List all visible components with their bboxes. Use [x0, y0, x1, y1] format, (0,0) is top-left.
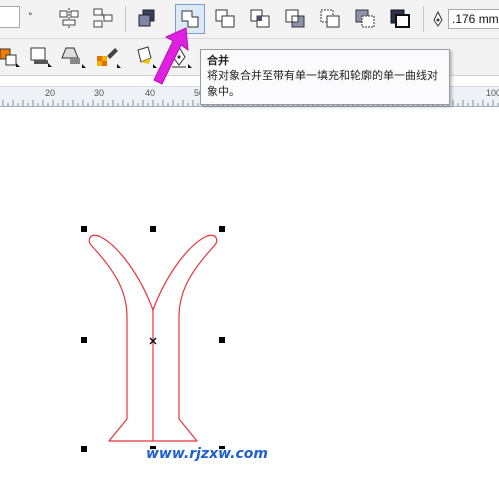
front-minus-back-icon[interactable] [318, 7, 342, 31]
intersect-icon[interactable] [248, 7, 272, 31]
selection-handle-top-right[interactable] [219, 226, 225, 232]
y-shape[interactable] [0, 106, 499, 492]
selection-handle-right[interactable] [219, 337, 225, 343]
pen-icon [433, 10, 443, 27]
ruler-label-20: 20 [45, 88, 56, 98]
property-bar: ° .176 mm [0, 0, 499, 39]
pointer-arrow-icon [153, 27, 189, 85]
ruler-label-30: 30 [94, 88, 105, 98]
create-boundary-icon[interactable] [388, 7, 412, 31]
ruler-label-100: 100 [486, 88, 499, 98]
tooltip-description: 将对象合并至带有单一填充和轮廓的单一曲线对象中。 [207, 69, 438, 98]
degree-label: ° [28, 12, 33, 22]
selection-handle-bottom-left[interactable] [81, 446, 87, 452]
simplify-icon[interactable] [283, 7, 307, 31]
distribute-icon[interactable] [91, 6, 115, 30]
selection-handle-left[interactable] [81, 337, 87, 343]
trim-icon[interactable] [213, 7, 237, 31]
color-eyedropper-icon[interactable] [95, 44, 123, 70]
outline-width-field[interactable]: .176 mm [448, 9, 499, 29]
tooltip-title: 合并 [207, 54, 229, 67]
align-icon[interactable] [57, 6, 81, 30]
selection-handle-top[interactable] [150, 226, 156, 232]
weld-tooltip: 合并 将对象合并至带有单一填充和轮廓的单一曲线对象中。 [200, 49, 450, 105]
shadow-icon[interactable] [28, 45, 54, 69]
rotation-input[interactable] [0, 6, 20, 28]
fill-icon[interactable] [0, 45, 22, 69]
selection-handle-top-left[interactable] [81, 226, 87, 232]
drawing-canvas[interactable] [0, 106, 499, 492]
transparency-icon[interactable] [60, 44, 88, 70]
watermark: www.rjzxw.com [146, 446, 268, 462]
back-minus-front-icon[interactable] [353, 7, 377, 31]
